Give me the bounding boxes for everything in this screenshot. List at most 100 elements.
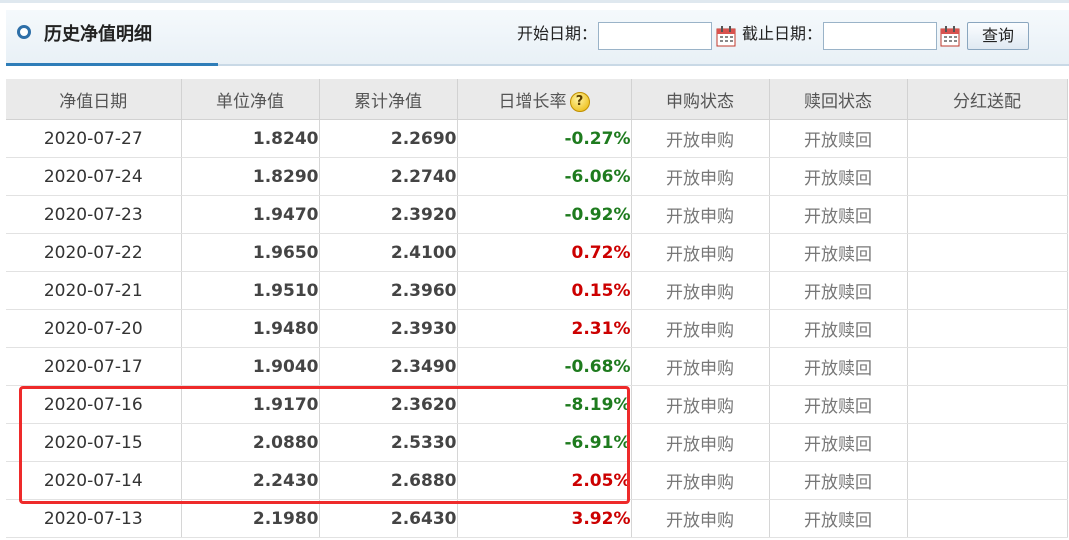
col-header-dividend: 分红送配 — [907, 79, 1068, 120]
cell-dividend — [907, 157, 1068, 196]
cell-redeem-status: 开放赎回 — [769, 195, 908, 234]
circle-icon — [17, 25, 31, 39]
start-date-label: 开始日期： — [517, 24, 598, 43]
cell-buy-status: 开放申购 — [631, 347, 770, 386]
cell-date: 2020-07-21 — [6, 271, 182, 310]
cell-dividend — [907, 499, 1068, 538]
cell-buy-status: 开放申购 — [631, 271, 770, 310]
top-divider — [0, 0, 1069, 3]
table-row: 2020-07-16 1.9170 2.3620 -8.19% 开放申购 开放赎… — [6, 385, 1068, 424]
cell-dividend — [907, 309, 1068, 348]
cell-unit-nav: 1.9170 — [181, 385, 320, 424]
cell-unit-nav: 2.0880 — [181, 423, 320, 462]
cell-date: 2020-07-23 — [6, 195, 182, 234]
query-button[interactable]: 查询 — [967, 22, 1029, 50]
table-row: 2020-07-22 1.9650 2.4100 0.72% 开放申购 开放赎回 — [6, 233, 1068, 272]
cell-redeem-status: 开放赎回 — [769, 309, 908, 348]
cell-redeem-status: 开放赎回 — [769, 233, 908, 272]
cell-unit-nav: 2.1980 — [181, 499, 320, 538]
cell-total-nav: 2.3920 — [319, 195, 458, 234]
cell-daily-rate: 0.72% — [457, 233, 632, 272]
col-header-date: 净值日期 — [6, 79, 182, 120]
cell-unit-nav: 1.9480 — [181, 309, 320, 348]
cell-date: 2020-07-15 — [6, 423, 182, 462]
cell-total-nav: 2.2690 — [319, 119, 458, 158]
cell-date: 2020-07-24 — [6, 157, 182, 196]
cell-buy-status: 开放申购 — [631, 461, 770, 500]
col-header-total-nav: 累计净值 — [319, 79, 458, 120]
cell-total-nav: 2.3490 — [319, 347, 458, 386]
cell-buy-status: 开放申购 — [631, 423, 770, 462]
cell-unit-nav: 1.8290 — [181, 157, 320, 196]
calendar-icon[interactable] — [716, 25, 736, 47]
cell-unit-nav: 1.9650 — [181, 233, 320, 272]
cell-date: 2020-07-14 — [6, 461, 182, 500]
col-header-daily-rate: 日增长率? — [457, 79, 632, 120]
col-header-redeem-status: 赎回状态 — [769, 79, 908, 120]
header-accent-bar — [6, 63, 218, 66]
cell-total-nav: 2.2740 — [319, 157, 458, 196]
cell-total-nav: 2.3620 — [319, 385, 458, 424]
cell-buy-status: 开放申购 — [631, 385, 770, 424]
cell-dividend — [907, 385, 1068, 424]
cell-date: 2020-07-16 — [6, 385, 182, 424]
cell-dividend — [907, 233, 1068, 272]
cell-daily-rate: -0.27% — [457, 119, 632, 158]
cell-daily-rate: -0.92% — [457, 195, 632, 234]
cell-redeem-status: 开放赎回 — [769, 499, 908, 538]
table-row: 2020-07-24 1.8290 2.2740 -6.06% 开放申购 开放赎… — [6, 157, 1068, 196]
cell-redeem-status: 开放赎回 — [769, 423, 908, 462]
table-row: 2020-07-15 2.0880 2.5330 -6.91% 开放申购 开放赎… — [6, 423, 1068, 462]
cell-date: 2020-07-17 — [6, 347, 182, 386]
cell-redeem-status: 开放赎回 — [769, 157, 908, 196]
cell-unit-nav: 1.8240 — [181, 119, 320, 158]
col-header-buy-status: 申购状态 — [631, 79, 770, 120]
cell-daily-rate: 2.31% — [457, 309, 632, 348]
cell-daily-rate: -6.06% — [457, 157, 632, 196]
nav-history-table: 净值日期 单位净值 累计净值 日增长率? 申购状态 赎回状态 分红送配 2020… — [6, 79, 1068, 538]
cell-dividend — [907, 461, 1068, 500]
cell-total-nav: 2.5330 — [319, 423, 458, 462]
help-icon[interactable]: ? — [569, 91, 590, 112]
cell-dividend — [907, 195, 1068, 234]
cell-daily-rate: 3.92% — [457, 499, 632, 538]
cell-buy-status: 开放申购 — [631, 119, 770, 158]
cell-daily-rate: -0.68% — [457, 347, 632, 386]
cell-unit-nav: 1.9040 — [181, 347, 320, 386]
cell-unit-nav: 1.9470 — [181, 195, 320, 234]
cell-date: 2020-07-22 — [6, 233, 182, 272]
cell-buy-status: 开放申购 — [631, 195, 770, 234]
cell-dividend — [907, 119, 1068, 158]
table-row: 2020-07-20 1.9480 2.3930 2.31% 开放申购 开放赎回 — [6, 309, 1068, 348]
cell-total-nav: 2.4100 — [319, 233, 458, 272]
cell-buy-status: 开放申购 — [631, 233, 770, 272]
section-title: 历史净值明细 — [44, 24, 152, 45]
col-header-unit-nav: 单位净值 — [181, 79, 320, 120]
cell-redeem-status: 开放赎回 — [769, 385, 908, 424]
table-row: 2020-07-13 2.1980 2.6430 3.92% 开放申购 开放赎回 — [6, 499, 1068, 538]
cell-buy-status: 开放申购 — [631, 309, 770, 348]
cell-daily-rate: -8.19% — [457, 385, 632, 424]
cell-dividend — [907, 423, 1068, 462]
table-row: 2020-07-27 1.8240 2.2690 -0.27% 开放申购 开放赎… — [6, 119, 1068, 158]
cell-unit-nav: 1.9510 — [181, 271, 320, 310]
end-date-label: 截止日期： — [742, 24, 823, 43]
cell-daily-rate: 0.15% — [457, 271, 632, 310]
table-row: 2020-07-17 1.9040 2.3490 -0.68% 开放申购 开放赎… — [6, 347, 1068, 386]
cell-total-nav: 2.3930 — [319, 309, 458, 348]
cell-dividend — [907, 347, 1068, 386]
cell-dividend — [907, 271, 1068, 310]
end-date-input[interactable] — [823, 22, 937, 50]
cell-date: 2020-07-27 — [6, 119, 182, 158]
cell-redeem-status: 开放赎回 — [769, 347, 908, 386]
calendar-icon[interactable] — [940, 25, 960, 47]
table-header-row: 净值日期 单位净值 累计净值 日增长率? 申购状态 赎回状态 分红送配 — [6, 79, 1068, 120]
cell-buy-status: 开放申购 — [631, 157, 770, 196]
start-date-input[interactable] — [598, 22, 712, 50]
table-row: 2020-07-23 1.9470 2.3920 -0.92% 开放申购 开放赎… — [6, 195, 1068, 234]
cell-total-nav: 2.3960 — [319, 271, 458, 310]
cell-date: 2020-07-13 — [6, 499, 182, 538]
cell-redeem-status: 开放赎回 — [769, 271, 908, 310]
table-row: 2020-07-14 2.2430 2.6880 2.05% 开放申购 开放赎回 — [6, 461, 1068, 500]
cell-redeem-status: 开放赎回 — [769, 119, 908, 158]
